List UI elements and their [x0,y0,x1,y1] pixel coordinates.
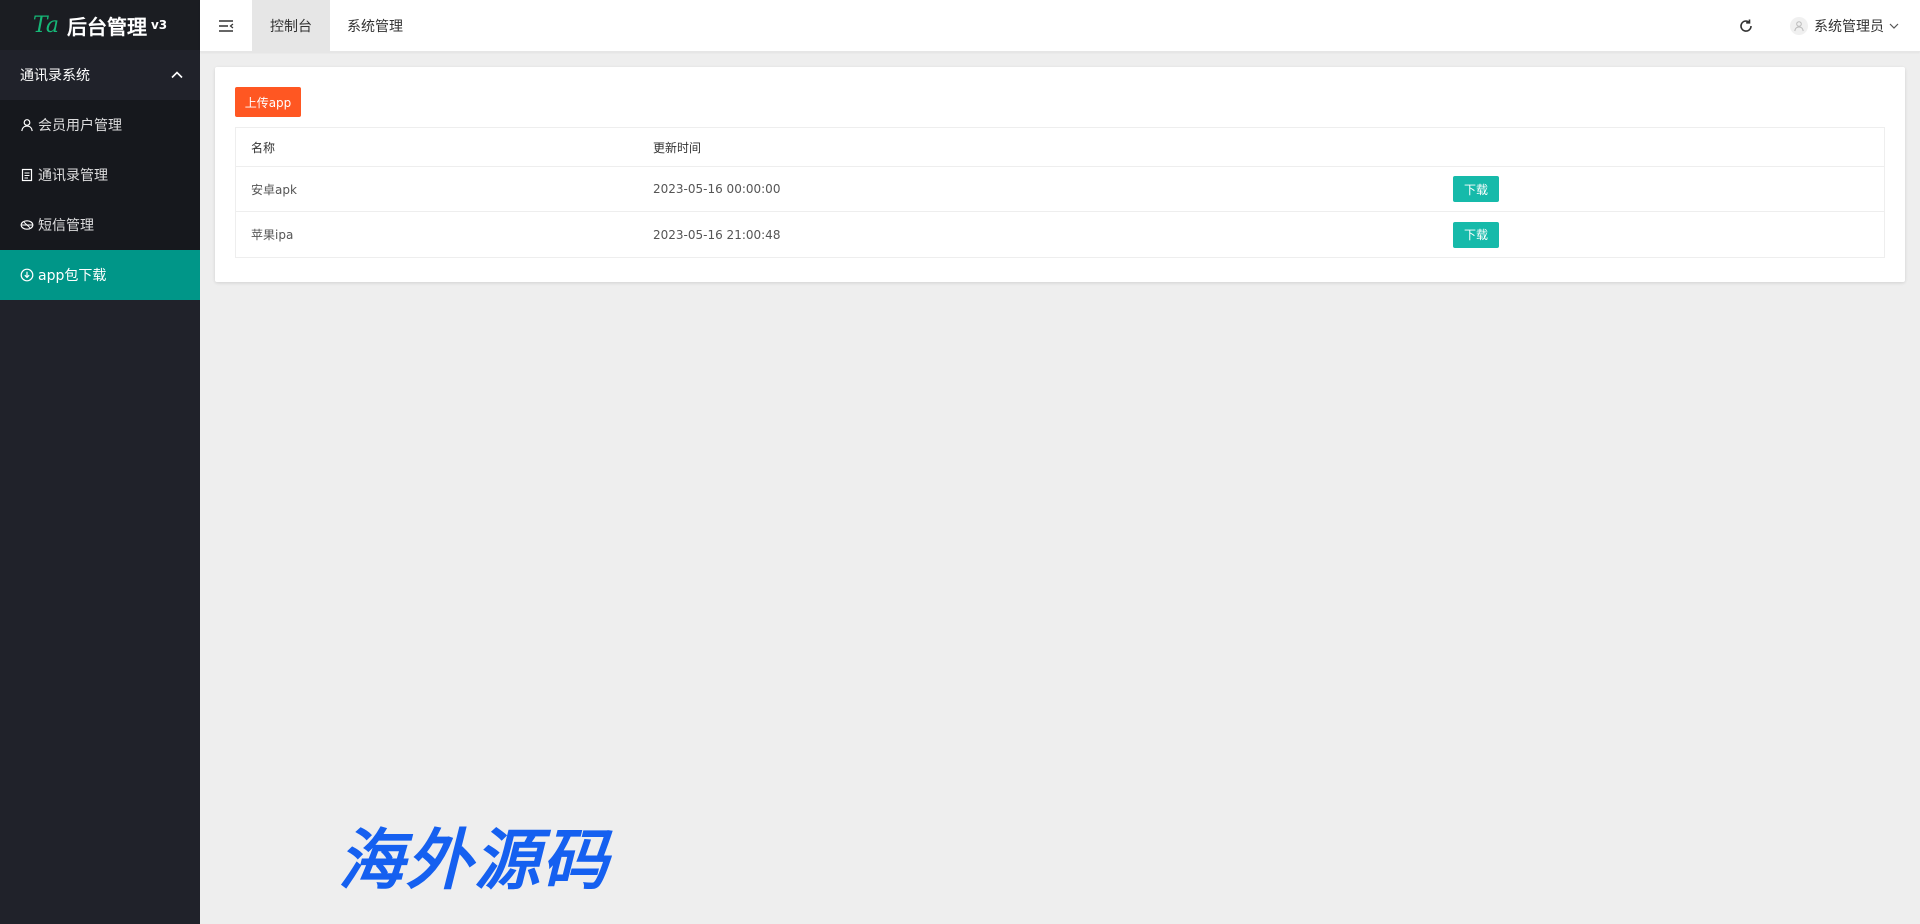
table-row: 安卓apk 2023-05-16 00:00:00 下载 [236,167,1884,212]
sidebar-item-label: 短信管理 [38,218,94,234]
download-icon [20,268,34,282]
logo-version: v3 [150,18,168,32]
download-button[interactable]: 下载 [1453,221,1499,248]
cell-updated: 2023-05-16 00:00:00 [653,182,781,196]
chevron-down-icon [1889,23,1899,29]
menu-toggle-button[interactable] [200,0,252,52]
sidebar-item-member-users[interactable]: 会员用户管理 [0,100,200,150]
document-icon [21,168,33,182]
refresh-icon [1740,19,1752,32]
sidebar-item-app-download[interactable]: app包下载 [0,250,200,300]
sidebar: Ta 后台管理 v3 通讯录系统 会员用户管理 通讯录管理 短信管理 app包下… [0,0,200,924]
upload-app-button[interactable]: 上传app [235,87,301,117]
top-header: 控制台 系统管理 系统管理员 [200,0,1920,52]
sidebar-item-label: app包下载 [38,268,107,284]
logo-title: 后台管理 [66,14,147,39]
table-row: 苹果ipa 2023-05-16 21:00:48 下载 [236,212,1884,257]
table-header: 名称 更新时间 [236,128,1884,167]
tab-label: 系统管理 [347,19,403,35]
sidebar-submenu: 会员用户管理 通讯录管理 短信管理 app包下载 [0,100,200,300]
tab-label: 控制台 [270,19,312,35]
column-header-updated: 更新时间 [653,140,702,155]
user-menu[interactable]: 系统管理员 [1790,0,1900,52]
logo-mark: Ta [32,12,59,38]
tab-system-management[interactable]: 系统管理 [330,0,420,52]
column-header-name: 名称 [251,140,276,155]
cell-updated: 2023-05-16 21:00:48 [653,227,781,242]
cell-name: 苹果ipa [251,228,294,242]
logo[interactable]: Ta 后台管理 v3 [0,0,200,50]
refresh-button[interactable] [1732,0,1760,52]
sidebar-group-contacts-system[interactable]: 通讯录系统 [0,50,200,100]
sidebar-item-sms[interactable]: 短信管理 [0,200,200,250]
message-icon [20,220,34,230]
cell-action: 下载 [1453,221,1884,248]
avatar [1790,17,1808,35]
menu-fold-icon [219,20,234,32]
content-card: 上传app 名称 更新时间 安卓apk 2023-05-16 00:00:00 … [215,67,1905,282]
sidebar-item-contacts[interactable]: 通讯录管理 [0,150,200,200]
cell-action: 下载 [1453,176,1884,202]
app-table: 名称 更新时间 安卓apk 2023-05-16 00:00:00 下载 苹果i… [235,127,1885,258]
download-button[interactable]: 下载 [1453,176,1499,202]
watermark: 海外源码 [338,821,610,899]
sidebar-item-label: 通讯录管理 [38,168,108,184]
chevron-up-icon [171,71,183,79]
tab-console[interactable]: 控制台 [252,0,330,52]
user-name: 系统管理员 [1814,19,1884,35]
sidebar-group-label: 通讯录系统 [20,68,90,84]
sidebar-item-label: 会员用户管理 [38,118,122,134]
user-avatar-icon [1794,21,1804,32]
cell-name: 安卓apk [251,182,297,197]
user-icon [21,119,33,132]
